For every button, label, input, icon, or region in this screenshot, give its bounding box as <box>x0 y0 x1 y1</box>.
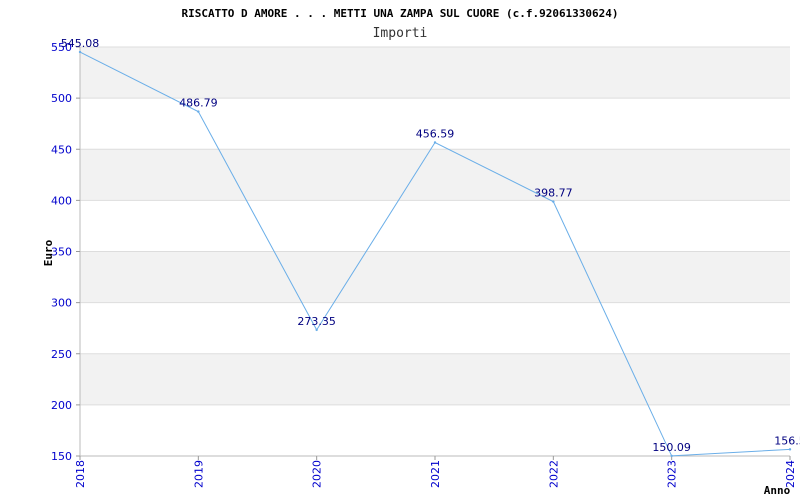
x-tick-label: 2023 <box>666 460 679 488</box>
data-point <box>315 328 318 332</box>
y-axis-ticks: 150200250300350400450500550 <box>51 41 80 463</box>
y-tick-label: 250 <box>51 348 72 361</box>
data-point <box>552 200 555 203</box>
data-point <box>670 454 673 458</box>
x-tick-label: 2022 <box>547 460 560 488</box>
data-label: 150.09 <box>652 441 691 454</box>
x-tick-label: 2018 <box>74 460 87 488</box>
data-label: 156.5 <box>774 434 800 447</box>
data-point <box>197 110 200 113</box>
y-axis-title: Euro <box>42 239 55 266</box>
line-chart: RISCATTO D AMORE . . . METTI UNA ZAMPA S… <box>42 7 800 497</box>
data-point <box>433 141 437 144</box>
y-tick-label: 500 <box>51 92 72 105</box>
data-point <box>788 448 792 451</box>
data-label: 456.59 <box>416 128 455 141</box>
chart-title: RISCATTO D AMORE . . . METTI UNA ZAMPA S… <box>181 7 618 20</box>
y-tick-label: 300 <box>51 297 72 310</box>
x-tick-label: 2019 <box>192 460 205 488</box>
chart-subtitle: Importi <box>373 26 428 41</box>
grid-band <box>80 251 790 303</box>
x-axis-title: Anno <box>764 484 791 497</box>
data-point <box>78 50 82 54</box>
x-axis-ticks: 2018 2019 2020 2021 2022 2023 2024 <box>74 456 797 488</box>
data-label: 486.79 <box>179 97 218 110</box>
y-tick-label: 150 <box>51 450 72 463</box>
x-tick-label: 2020 <box>311 460 324 488</box>
data-label: 273.35 <box>297 315 336 328</box>
data-label: 398.77 <box>534 187 573 200</box>
grid-band <box>80 149 790 201</box>
x-tick-label: 2021 <box>429 460 442 488</box>
y-tick-label: 200 <box>51 399 72 412</box>
grid-band <box>80 47 790 99</box>
grid-band <box>80 353 790 405</box>
y-tick-label: 400 <box>51 194 72 207</box>
y-tick-label: 450 <box>51 143 72 156</box>
data-label: 545.08 <box>61 37 100 50</box>
